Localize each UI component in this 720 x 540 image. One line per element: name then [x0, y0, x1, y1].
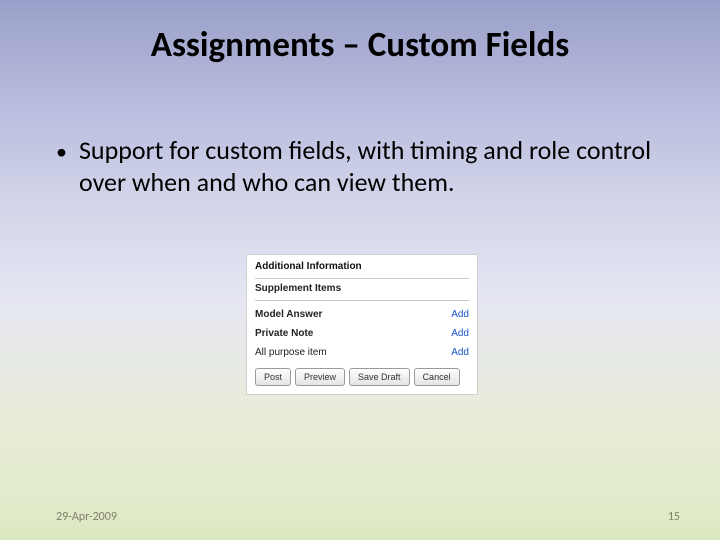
additional-info-panel: Additional Information Supplement Items … — [246, 254, 478, 395]
save-draft-button[interactable]: Save Draft — [349, 368, 410, 386]
panel-button-row: Post Preview Save Draft Cancel — [247, 362, 477, 394]
footer-date: 29-Apr-2009 — [56, 510, 117, 524]
panel-subheader: Supplement Items — [247, 283, 477, 296]
supplement-row-model-answer: Model Answer Add — [247, 305, 477, 324]
slide-title: Assignments – Custom Fields — [0, 24, 720, 66]
preview-button[interactable]: Preview — [295, 368, 345, 386]
footer-page-number: 15 — [668, 510, 680, 524]
add-link[interactable]: Add — [451, 328, 469, 339]
bullet-dot-icon: • — [56, 136, 67, 168]
bullet-text: Support for custom fields, with timing a… — [79, 134, 660, 198]
add-link[interactable]: Add — [451, 347, 469, 358]
bullet-item: • Support for custom fields, with timing… — [56, 134, 660, 198]
post-button[interactable]: Post — [255, 368, 291, 386]
divider — [255, 278, 469, 279]
cancel-button[interactable]: Cancel — [414, 368, 460, 386]
row-label: Private Note — [255, 328, 313, 339]
slide: Assignments – Custom Fields • Support fo… — [0, 0, 720, 540]
add-link[interactable]: Add — [451, 309, 469, 320]
row-label: Model Answer — [255, 309, 322, 320]
divider — [255, 300, 469, 301]
supplement-row-all-purpose: All purpose item Add — [247, 343, 477, 362]
supplement-row-private-note: Private Note Add — [247, 324, 477, 343]
panel-header: Additional Information — [247, 255, 477, 274]
row-label: All purpose item — [255, 347, 327, 358]
